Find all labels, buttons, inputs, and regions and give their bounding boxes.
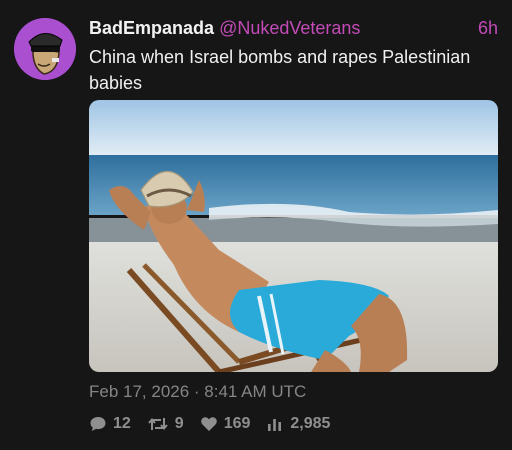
tweet-header: BadEmpanada @NukedVeterans 6h xyxy=(89,16,498,40)
avatar-image xyxy=(14,18,76,80)
tweet-timestamp[interactable]: Feb 17, 2026 · 8:41 AM UTC xyxy=(89,381,306,403)
reply-button[interactable]: 12 xyxy=(89,415,131,433)
retweet-button[interactable]: 9 xyxy=(147,415,184,433)
tweet-image[interactable] xyxy=(89,100,498,372)
heart-icon xyxy=(200,417,217,431)
like-count: 169 xyxy=(223,415,251,432)
display-name[interactable]: BadEmpanada xyxy=(89,18,214,38)
tweet-text: China when Israel bombs and rapes Palest… xyxy=(89,47,471,93)
avatar[interactable] xyxy=(14,18,76,80)
view-count: 2,985 xyxy=(290,415,331,432)
reply-count: 12 xyxy=(113,415,131,432)
like-button[interactable]: 169 xyxy=(200,415,251,433)
bar-chart-icon xyxy=(268,419,282,431)
retweet-count: 9 xyxy=(174,415,184,432)
user-handle[interactable]: @NukedVeterans xyxy=(219,18,360,38)
engagement-stats: 12 9 169 2,985 xyxy=(89,413,346,435)
speech-bubble-icon xyxy=(90,417,106,431)
beach-photo xyxy=(89,100,498,372)
time-ago[interactable]: 6h xyxy=(478,16,498,40)
views-button[interactable]: 2,985 xyxy=(266,415,330,433)
retweet-icon xyxy=(148,417,168,431)
